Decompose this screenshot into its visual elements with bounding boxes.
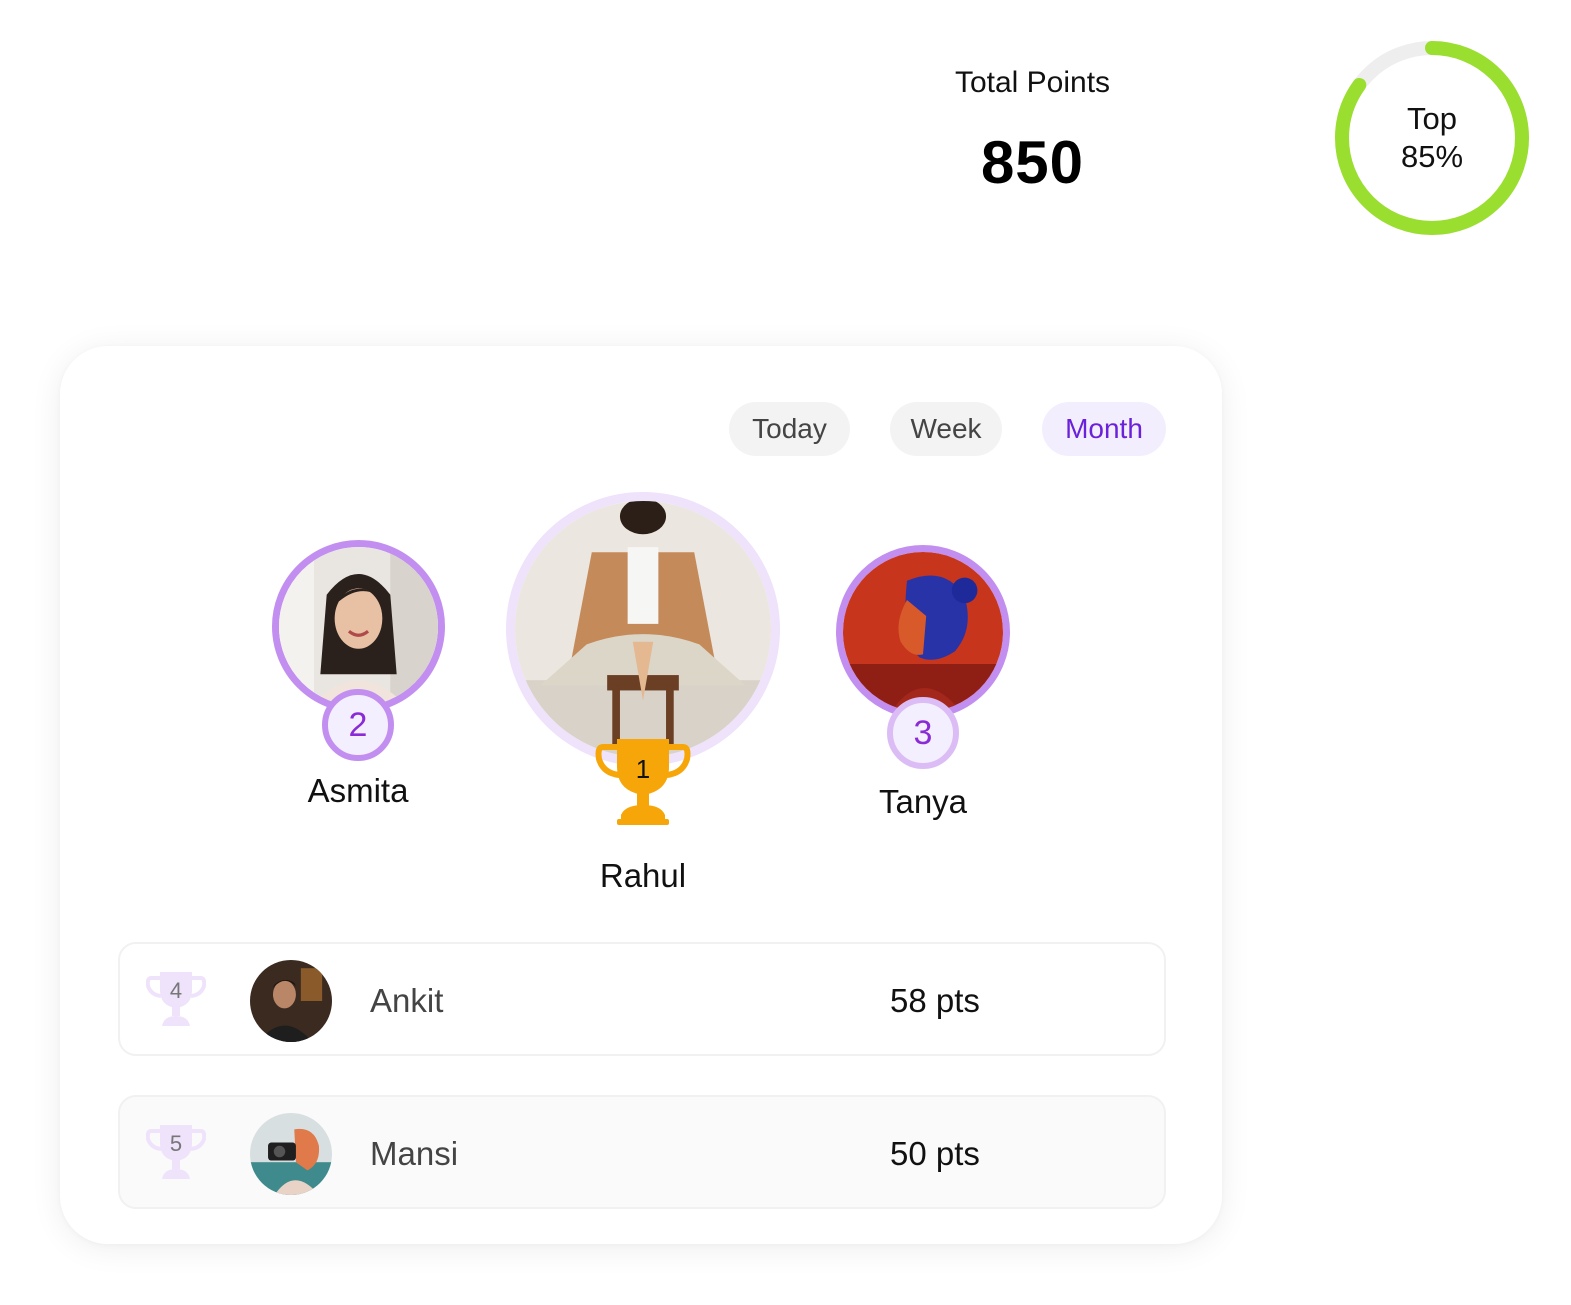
list-points: 50 pts: [890, 1135, 980, 1172]
rank-badge-3: 3: [887, 697, 959, 769]
avatar: [250, 1113, 332, 1195]
podium-name-third: Tanya: [878, 783, 968, 820]
list-rank: 4: [169, 978, 183, 1003]
avatar: [250, 960, 332, 1042]
top-label: Top: [1407, 101, 1457, 136]
list-item[interactable]: 5 Mansi 50 pts: [118, 1095, 1166, 1209]
total-points-value: 850: [980, 129, 1085, 196]
tab-today[interactable]: Today: [729, 402, 850, 456]
avatar-third-place[interactable]: [836, 545, 1010, 719]
list-rank: 5: [169, 1131, 183, 1156]
list-points: 58 pts: [890, 982, 980, 1019]
podium-name-second: Asmita: [307, 772, 409, 809]
list-name: Ankit: [370, 982, 444, 1019]
list-name: Mansi: [370, 1135, 459, 1172]
tab-week[interactable]: Week: [890, 402, 1002, 456]
rank-badge-2: 2: [322, 689, 394, 761]
podium-name-first: Rahul: [599, 857, 687, 894]
list-item[interactable]: 4 Ankit 58 pts: [118, 942, 1166, 1056]
avatar-second-place[interactable]: [272, 540, 445, 713]
top-percent-ring: Top 85%: [1332, 40, 1532, 236]
top-percent-value: 85%: [1400, 139, 1464, 174]
tab-month[interactable]: Month: [1042, 402, 1166, 456]
total-points-label: Total Points: [954, 66, 1111, 99]
avatar-first-place[interactable]: [506, 492, 780, 766]
rank-label-1: 1: [635, 754, 651, 784]
